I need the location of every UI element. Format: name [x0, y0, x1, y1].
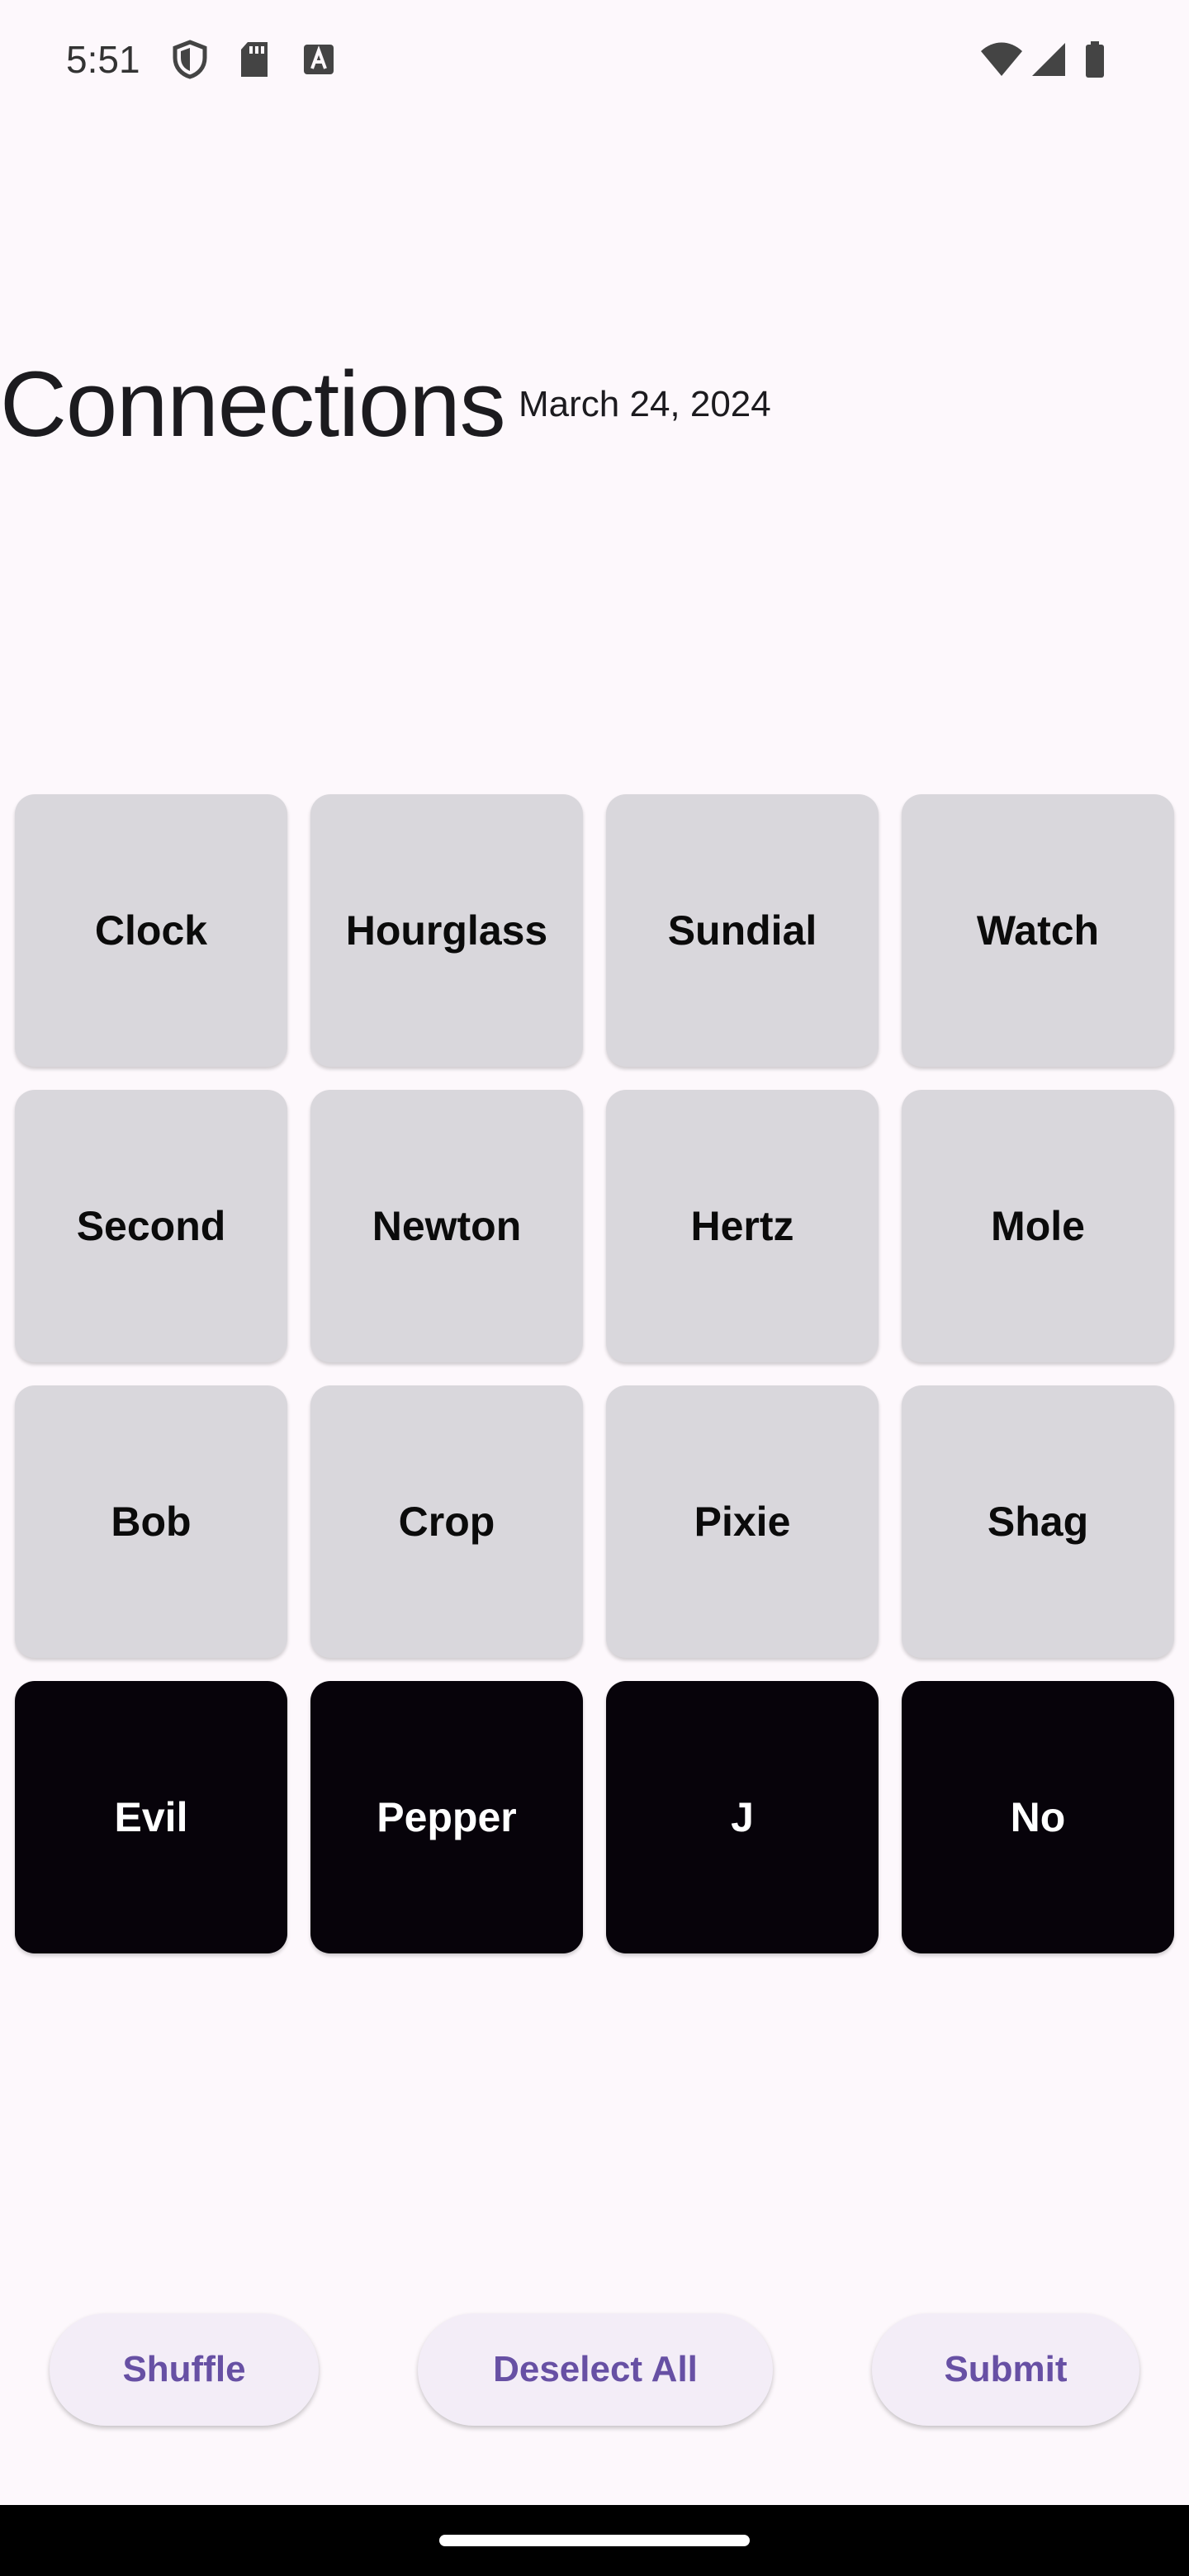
- app-title: Connections: [0, 353, 506, 456]
- word-tile[interactable]: Hourglass: [310, 794, 583, 1067]
- word-tile-selected[interactable]: No: [902, 1681, 1174, 1953]
- word-grid: Clock Hourglass Sundial Watch Second New…: [15, 794, 1174, 1953]
- word-tile[interactable]: Crop: [310, 1385, 583, 1658]
- status-time: 5:51: [66, 38, 140, 81]
- word-tile[interactable]: Watch: [902, 794, 1174, 1067]
- word-tile[interactable]: Hertz: [606, 1090, 879, 1362]
- word-tile-selected[interactable]: J: [606, 1681, 879, 1953]
- signal-icon: [1029, 40, 1067, 79]
- shield-icon: [172, 40, 208, 79]
- word-tile[interactable]: Mole: [902, 1090, 1174, 1362]
- puzzle-date: March 24, 2024: [519, 384, 771, 424]
- wifi-icon: [979, 40, 1024, 79]
- word-tile[interactable]: Clock: [15, 794, 287, 1067]
- word-tile[interactable]: Shag: [902, 1385, 1174, 1658]
- word-tile[interactable]: Bob: [15, 1385, 287, 1658]
- battery-icon: [1083, 40, 1106, 79]
- status-bar: 5:51: [0, 0, 1189, 119]
- word-tile-selected[interactable]: Evil: [15, 1681, 287, 1953]
- shuffle-button[interactable]: Shuffle: [50, 2313, 319, 2426]
- word-tile-selected[interactable]: Pepper: [310, 1681, 583, 1953]
- deselect-all-button[interactable]: Deselect All: [418, 2313, 773, 2426]
- a-icon: [302, 40, 335, 79]
- navigation-bar: [0, 2505, 1189, 2576]
- sd-card-icon: [238, 40, 271, 79]
- word-tile[interactable]: Second: [15, 1090, 287, 1362]
- home-handle[interactable]: [439, 2535, 750, 2546]
- word-tile[interactable]: Sundial: [606, 794, 879, 1067]
- word-tile[interactable]: Newton: [310, 1090, 583, 1362]
- word-tile[interactable]: Pixie: [606, 1385, 879, 1658]
- submit-button[interactable]: Submit: [872, 2313, 1139, 2426]
